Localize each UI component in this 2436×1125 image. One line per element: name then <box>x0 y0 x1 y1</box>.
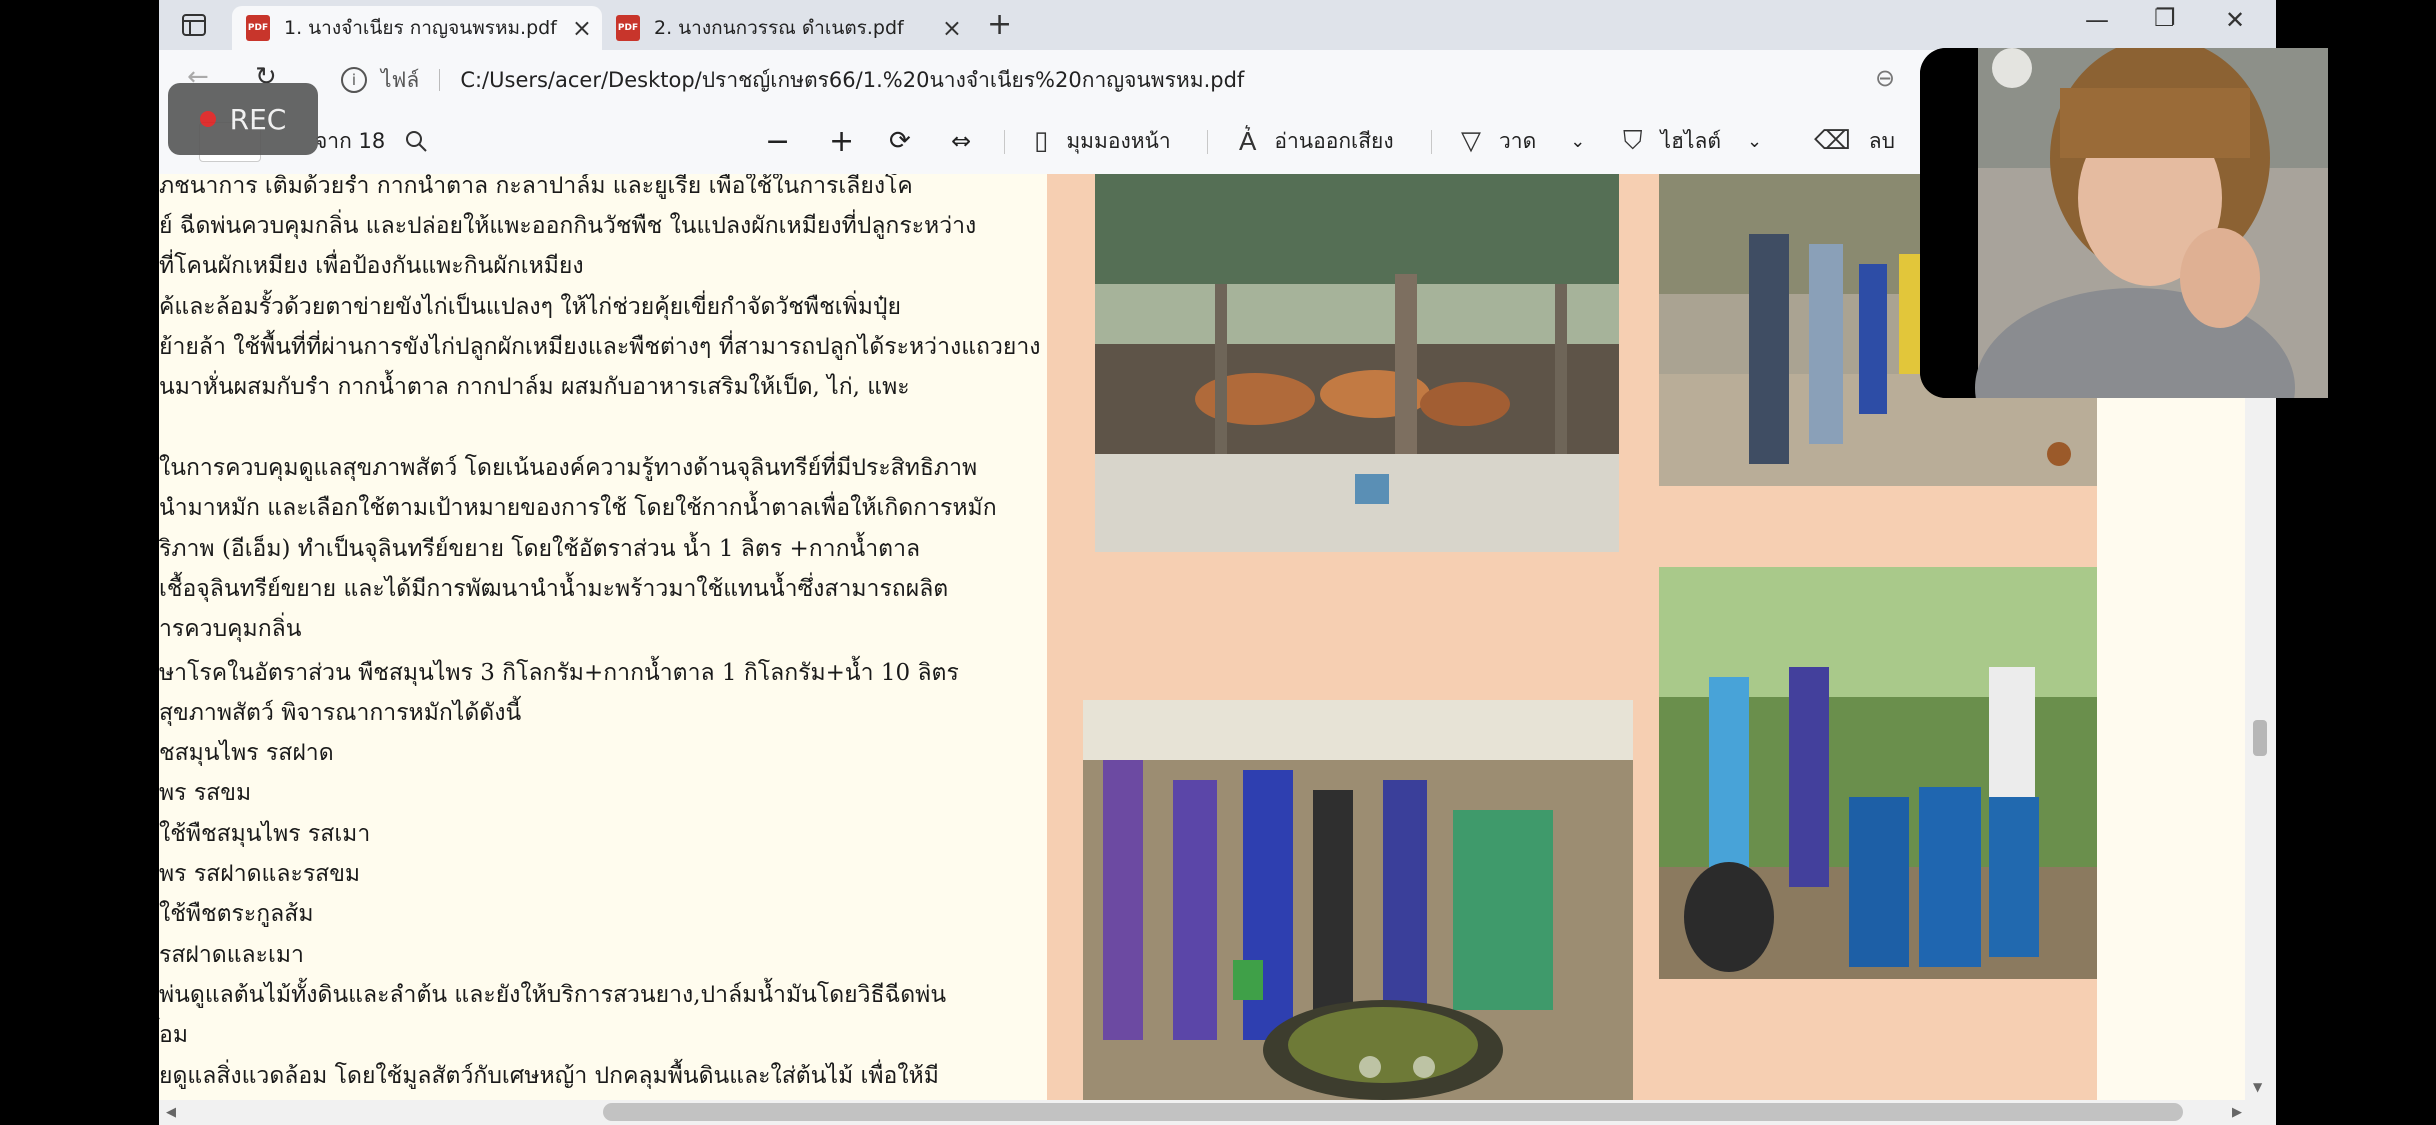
text-page: ภชนาการ เติมด้วยรำ กากน้ำตาล กะลาปาล์ม แ… <box>159 174 1047 1100</box>
document-text-line: เชื้อจุลินทรีย์ขยาย และได้มีการพัฒนานำน้… <box>159 575 949 602</box>
fit-width-icon[interactable]: ⇔ <box>951 126 971 156</box>
recording-label: REC <box>229 102 287 136</box>
draw-icon: ▽ <box>1461 126 1481 156</box>
erase-button[interactable]: ⌫ ลบ <box>1814 126 1895 156</box>
recording-indicator[interactable]: REC <box>168 83 318 155</box>
tab-pdf-2[interactable]: PDF 2. นางกนกวรรณ ดำเนตร.pdf × <box>602 6 972 50</box>
draw-label: วาด <box>1499 128 1537 153</box>
document-text-line: ที่โคนผักเหมียง เพื่อป้องกันแพะกินผักเหม… <box>159 253 584 280</box>
document-text-line: ษาโรคในอัตราส่วน พืชสมุนไพร 3 กิโลกรัม+ก… <box>159 659 959 686</box>
page-total: จาก 18 <box>315 128 386 153</box>
horizontal-scroll-thumb[interactable] <box>603 1103 2183 1121</box>
new-tab-icon[interactable]: + <box>987 10 1012 40</box>
restore-icon[interactable]: ❐ <box>2154 4 2176 32</box>
record-dot-icon <box>199 111 216 127</box>
chevron-down-icon[interactable]: ⌄ <box>1570 131 1585 152</box>
document-text-line: ใช้พืชตระกูลส้ม <box>159 901 314 928</box>
highlight-label: ไฮไลต์ <box>1660 128 1721 153</box>
document-text-line: ภชนาการ เติมด้วยรำ กากน้ำตาล กะลาปาล์ม แ… <box>159 174 913 199</box>
zoom-in-icon[interactable]: + <box>829 124 854 159</box>
chevron-down-icon[interactable]: ⌄ <box>1747 131 1762 152</box>
vertical-scroll-thumb[interactable] <box>2253 720 2267 756</box>
info-icon[interactable]: i <box>341 67 367 93</box>
document-text-line: ารควบคุมกลิ่น <box>159 616 302 643</box>
tab-pdf-1[interactable]: PDF 1. นางจำเนียร กาญจนพรหม.pdf × <box>232 6 602 50</box>
document-text-line: ้อม <box>159 1022 188 1049</box>
document-text-line: พร รสฝาดและรสขม <box>159 861 361 887</box>
document-text-line: ย์ ฉีดพ่นควบคุมกลิ่น และปล่อยให้แพะออกกิ… <box>159 213 977 240</box>
document-text-line: สุขภาพสัตว์ พิจารณาการหมักได้ดังนี้ <box>159 699 522 726</box>
sidebar-toggle-icon[interactable] <box>181 12 207 43</box>
eraser-icon: ⌫ <box>1814 126 1851 156</box>
document-text-line: ยดูแลสิ่งแวดล้อม โดยใช้มูลสัตว์กับเศษหญ้… <box>159 1062 939 1089</box>
document-text-line: ใช้พืชสมุนไพร รสเมา <box>159 820 371 847</box>
search-icon[interactable] <box>404 126 428 156</box>
rotate-icon[interactable]: ⟳ <box>889 126 911 156</box>
read-aloud-icon: A͛ <box>1239 126 1257 157</box>
zoom-out-icon[interactable]: − <box>765 124 790 159</box>
window-close-icon[interactable]: ✕ <box>2225 6 2245 34</box>
webcam-video <box>1920 48 2388 398</box>
tab-label: 2. นางกนกวรรณ ดำเนตร.pdf <box>654 17 904 39</box>
tab-label: 1. นางจำเนียร กาญจนพรหม.pdf <box>284 17 557 39</box>
highlight-icon: ⛉ <box>1623 125 1643 156</box>
read-aloud-label: อ่านออกเสียง <box>1274 128 1394 153</box>
page-view-label: มุมมองหน้า <box>1066 128 1171 153</box>
photo-chopping-machine <box>1083 700 1633 1100</box>
page-view-button[interactable]: ▯ มุมมองหน้า <box>1034 126 1171 156</box>
document-text-line: พ่นดูแลต้นไม้ทั้งดินและลำต้น และยังให้บร… <box>159 981 947 1008</box>
document-text-line: นำมาหมัก และเลือกใช้ตามเป้าหมายของการใช้… <box>159 495 997 522</box>
close-icon[interactable]: × <box>572 14 592 42</box>
document-text-line: ค้และล้อมรั้วด้วยตาข่ายขังไก่เป็นแปลงๆ ใ… <box>159 293 901 320</box>
page-view-icon: ▯ <box>1034 126 1049 156</box>
document-text-line: พร รสขม <box>159 780 252 807</box>
document-text-line: นมาหั่นผสมกับรำ กากน้ำตาล กากปาล์ม ผสมกั… <box>159 374 910 401</box>
photo-cattle-shed <box>1095 174 1619 552</box>
zoom-icon[interactable]: ⊖ <box>1875 66 1895 90</box>
draw-button[interactable]: ▽ วาด ⌄ <box>1461 126 1585 156</box>
document-text-line: ย้ายล้า ใช้พื้นที่ที่ผ่านการขังไก่ปลูกผั… <box>159 334 1041 360</box>
erase-label: ลบ <box>1868 128 1895 153</box>
url-prefix: ไฟล์ <box>381 67 420 92</box>
pdf-file-icon: PDF <box>246 15 270 41</box>
close-icon[interactable]: × <box>942 14 962 42</box>
url-text: C:/Users/acer/Desktop/ปราชญ์เกษตร66/1.%2… <box>460 67 1245 92</box>
document-text-line: ชสมุนไพร รสฝาด <box>159 740 334 767</box>
pdf-file-icon: PDF <box>616 15 640 41</box>
document-text-line: ริภาพ (อีเอ็ม) ทำเป็นจุลินทรีย์ขยาย โดยใ… <box>159 535 921 562</box>
url-field[interactable]: i ไฟล์ C:/Users/acer/Desktop/ปราชญ์เกษตร… <box>341 62 2041 98</box>
scroll-right-icon[interactable]: ▶ <box>2232 1105 2242 1120</box>
document-text-line: รสฝาดและเมา <box>159 941 304 968</box>
carousel-dot[interactable] <box>1359 1056 1381 1078</box>
document-text-line: ในการควบคุมดูแลสุขภาพสัตว์ โดยเน้นองค์คว… <box>159 454 978 481</box>
tab-strip: PDF 1. นางจำเนียร กาญจนพรหม.pdf × PDF 2.… <box>159 0 2276 50</box>
carousel-dot[interactable] <box>1413 1056 1435 1078</box>
webcam-overlay <box>1920 48 2388 398</box>
scroll-down-icon[interactable]: ▼ <box>2253 1080 2262 1094</box>
scroll-left-icon[interactable]: ◀ <box>166 1105 176 1120</box>
highlight-button[interactable]: ⛉ ไฮไลต์ ⌄ <box>1623 126 1762 156</box>
minimize-icon[interactable]: — <box>2085 6 2109 34</box>
read-aloud-button[interactable]: A͛ อ่านออกเสียง <box>1239 126 1394 157</box>
